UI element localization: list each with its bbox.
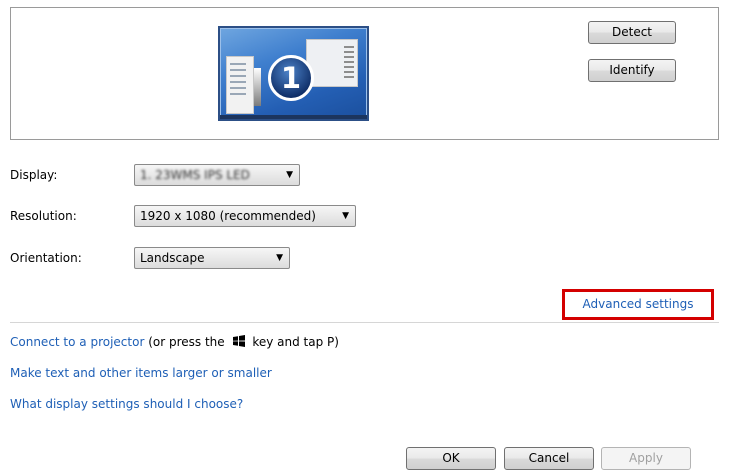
detect-button[interactable]: Detect	[588, 21, 676, 44]
display-select-value: 1. 23WMS IPS LED	[140, 168, 250, 182]
chevron-down-icon: ▼	[342, 211, 349, 221]
projector-line: Connect to a projector (or press the key…	[10, 335, 339, 349]
chevron-down-icon: ▼	[276, 253, 283, 263]
display-help-link[interactable]: What display settings should I choose?	[10, 397, 243, 411]
orientation-label: Orientation:	[10, 251, 82, 265]
monitor-1-icon[interactable]: 1	[218, 26, 369, 121]
ok-button[interactable]: OK	[406, 447, 496, 470]
cancel-button[interactable]: Cancel	[504, 447, 594, 470]
display-select[interactable]: 1. 23WMS IPS LED ▼	[134, 164, 300, 186]
taskbar-strip	[220, 115, 367, 119]
apply-button[interactable]: Apply	[601, 447, 691, 470]
resolution-select[interactable]: 1920 x 1080 (recommended) ▼	[134, 205, 356, 227]
advanced-settings-link[interactable]: Advanced settings	[562, 289, 714, 320]
orientation-select[interactable]: Landscape ▼	[134, 247, 290, 269]
chevron-down-icon: ▼	[286, 170, 293, 180]
projector-hint-post: key and tap P)	[252, 335, 339, 349]
resolution-select-value: 1920 x 1080 (recommended)	[140, 209, 316, 223]
gadget-bar	[254, 68, 261, 106]
connect-projector-link[interactable]: Connect to a projector	[10, 335, 144, 349]
monitor-number-badge: 1	[268, 55, 314, 101]
display-label: Display:	[10, 168, 58, 182]
window-thumbnail-left	[226, 56, 254, 114]
projector-hint-pre: (or press the	[148, 335, 225, 349]
resolution-label: Resolution:	[10, 209, 77, 223]
divider	[10, 322, 719, 323]
text-size-link[interactable]: Make text and other items larger or smal…	[10, 366, 272, 380]
windows-logo-icon	[232, 335, 245, 347]
identify-button[interactable]: Identify	[588, 59, 676, 82]
orientation-select-value: Landscape	[140, 251, 205, 265]
